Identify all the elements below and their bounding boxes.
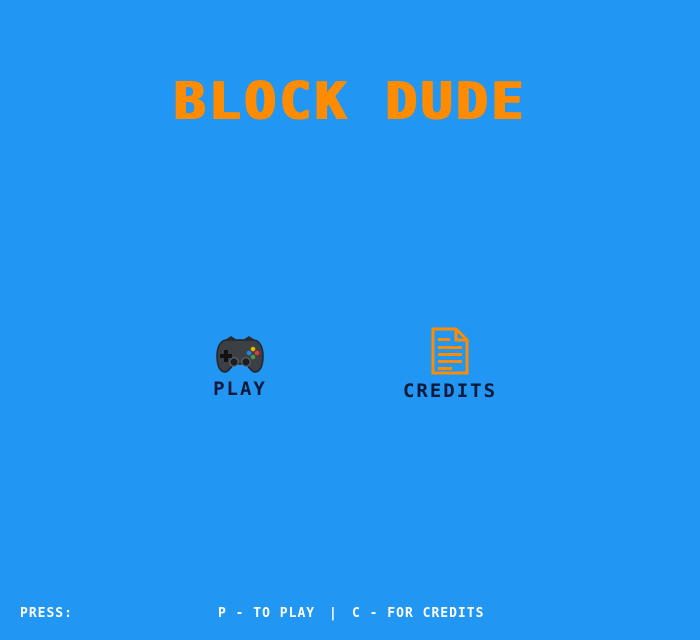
game-title: BLOCK DUDE bbox=[173, 72, 527, 132]
credits-key-hint: C - FOR CREDITS bbox=[352, 606, 485, 621]
credits-label: CREDITS bbox=[402, 380, 498, 402]
hint-separator: | bbox=[329, 606, 338, 621]
play-label: PLAY bbox=[213, 378, 267, 400]
controls-hint-bar: PRESS: P - TO PLAY | C - FOR CREDITS bbox=[0, 606, 700, 626]
press-label: PRESS: bbox=[20, 606, 73, 621]
document-icon bbox=[431, 327, 469, 375]
play-key-hint: P - TO PLAY bbox=[218, 606, 316, 621]
credits-menu-item[interactable]: CREDITS bbox=[370, 326, 530, 402]
gamepad-icon bbox=[216, 336, 264, 373]
play-menu-item[interactable]: PLAY bbox=[160, 334, 320, 400]
